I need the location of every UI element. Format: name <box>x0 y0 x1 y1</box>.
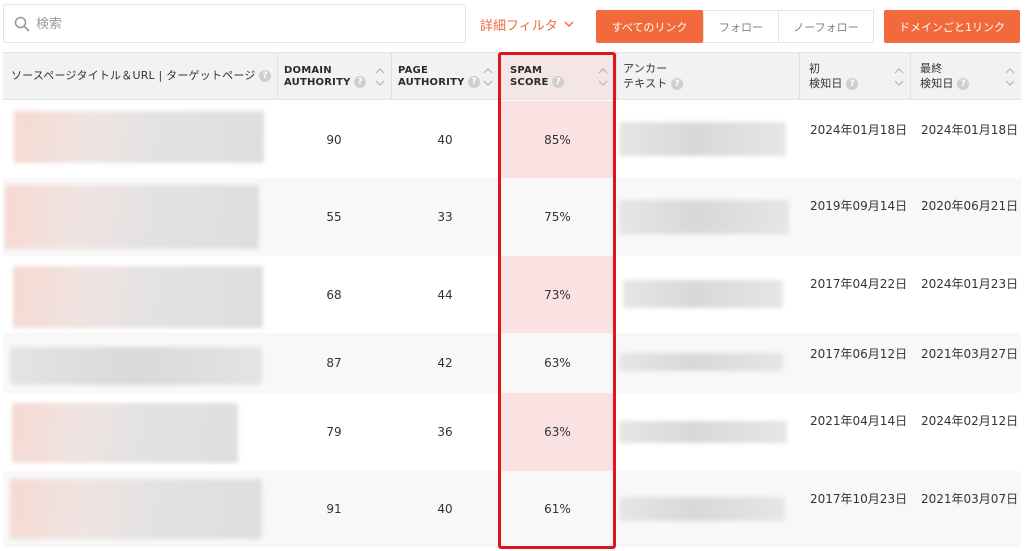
last-seen-value: 2024年01月23日 <box>921 277 1019 291</box>
page-authority-value: 42 <box>437 356 453 370</box>
help-icon[interactable]: ? <box>671 78 684 90</box>
first-seen-value: 2017年04月22日 <box>810 277 908 291</box>
advanced-filter-toggle[interactable]: 詳細フィルタ <box>480 12 574 36</box>
spam-score-value: 63% <box>544 356 571 370</box>
column-header-label-line1: DOMAIN <box>284 65 332 76</box>
column-header-label-line2: SCORE <box>510 77 549 88</box>
help-icon[interactable]: ? <box>259 70 272 82</box>
column-header-label-line1: SPAM <box>510 65 543 76</box>
page-authority-value: 44 <box>437 287 453 302</box>
column-header-label-line2: テキスト <box>623 77 668 90</box>
column-header-label: ソースページタイトル＆URL | ターゲットページ <box>11 69 256 82</box>
first-seen-value: 2024年01月18日 <box>810 123 908 137</box>
last-seen-value: 2024年02月12日 <box>921 414 1019 428</box>
column-header-spam-score[interactable]: SPAM SCORE ? <box>500 53 616 99</box>
table-row[interactable]: 87 42 63% 2017年06月12日 2021年03月27日 <box>3 333 1021 393</box>
all-links-button[interactable]: すべてのリンク <box>596 10 703 43</box>
column-header-source[interactable]: ソースページタイトル＆URL | ターゲットページ ? <box>3 53 277 99</box>
first-seen-value: 2021年04月14日 <box>810 414 908 428</box>
one-link-per-domain-button[interactable]: ドメインごと1リンク <box>884 10 1020 43</box>
column-header-label-line2: AUTHORITY <box>398 77 465 88</box>
sort-icon[interactable] <box>483 67 493 87</box>
source-page-blurred <box>12 403 238 463</box>
search-box[interactable] <box>3 4 466 43</box>
anchor-text-blurred <box>619 353 783 371</box>
anchor-text-blurred <box>619 497 785 521</box>
table-header: ソースページタイトル＆URL | ターゲットページ ? DOMAIN AUTHO… <box>3 52 1021 100</box>
last-seen-value: 2024年01月18日 <box>921 123 1019 137</box>
domain-authority-value: 55 <box>326 210 342 224</box>
page-authority-value: 40 <box>437 132 453 147</box>
chevron-down-icon <box>564 21 574 27</box>
help-icon[interactable]: ? <box>957 78 970 90</box>
domain-authority-value: 87 <box>326 356 342 370</box>
spam-score-value: 73% <box>544 287 571 302</box>
help-icon[interactable]: ? <box>552 76 565 88</box>
source-page-blurred <box>5 185 259 249</box>
nofollow-button[interactable]: ノーフォロー <box>778 10 874 43</box>
help-icon[interactable]: ? <box>468 76 481 88</box>
column-header-label-line1: 最終 <box>920 62 943 75</box>
anchor-text-blurred <box>619 200 789 234</box>
first-seen-value: 2019年09月14日 <box>810 199 908 213</box>
page-authority-value: 36 <box>437 425 453 439</box>
spam-score-value: 61% <box>544 502 571 516</box>
search-input[interactable] <box>36 10 456 38</box>
anchor-text-blurred <box>619 421 787 443</box>
sort-icon[interactable] <box>894 67 904 87</box>
last-seen-value: 2021年03月27日 <box>921 347 1019 361</box>
page-authority-value: 40 <box>437 502 453 516</box>
table-row[interactable]: 91 40 61% 2017年10月23日 2021年03月07日 <box>3 471 1021 547</box>
column-header-label-line1: PAGE <box>398 65 428 76</box>
follow-button[interactable]: フォロー <box>703 10 778 43</box>
column-header-page-authority[interactable]: PAGE AUTHORITY ? <box>392 53 499 99</box>
column-header-label-line2: AUTHORITY <box>284 77 351 88</box>
table-row[interactable]: 55 33 75% 2019年09月14日 2020年06月21日 <box>3 178 1021 256</box>
column-header-anchor-text[interactable]: アンカー テキスト ? <box>617 53 799 99</box>
first-seen-value: 2017年10月23日 <box>810 492 908 506</box>
help-icon[interactable]: ? <box>846 78 859 90</box>
spam-score-value: 63% <box>544 425 571 439</box>
source-page-blurred <box>10 347 262 385</box>
sort-icon[interactable] <box>1005 67 1015 87</box>
column-header-label-line2: 検知日 <box>920 77 954 90</box>
first-seen-value: 2017年06月12日 <box>810 347 908 361</box>
advanced-filter-label: 詳細フィルタ <box>480 18 558 34</box>
table-row[interactable]: 90 40 85% 2024年01月18日 2024年01月18日 <box>3 101 1021 178</box>
sort-icon[interactable] <box>375 67 385 87</box>
source-page-blurred <box>13 266 263 328</box>
spam-score-value: 75% <box>544 210 571 224</box>
spam-score-value: 85% <box>544 132 571 147</box>
last-seen-value: 2020年06月21日 <box>921 199 1019 213</box>
page-authority-value: 33 <box>437 210 453 224</box>
domain-authority-value: 79 <box>326 425 342 439</box>
anchor-text-blurred <box>623 280 783 308</box>
column-header-first-seen[interactable]: 初 検知日 ? <box>800 53 910 99</box>
domain-authority-value: 91 <box>326 502 342 516</box>
column-header-label-line1: 初 <box>809 62 821 75</box>
help-icon[interactable]: ? <box>354 76 367 88</box>
column-header-domain-authority[interactable]: DOMAIN AUTHORITY ? <box>278 53 391 99</box>
sort-icon[interactable] <box>598 67 608 87</box>
source-page-blurred <box>14 111 264 163</box>
last-seen-value: 2021年03月07日 <box>921 492 1019 506</box>
domain-authority-value: 68 <box>326 287 342 302</box>
column-header-label-line2: 検知日 <box>809 77 843 90</box>
table-row[interactable]: 79 36 63% 2021年04月14日 2024年02月12日 <box>3 393 1021 471</box>
search-icon <box>14 16 30 32</box>
column-header-label-line1: アンカー <box>623 62 668 75</box>
source-page-blurred <box>10 479 262 539</box>
anchor-text-blurred <box>619 122 786 156</box>
domain-authority-value: 90 <box>326 132 342 147</box>
column-header-last-seen[interactable]: 最終 検知日 ? <box>911 53 1021 99</box>
table-row[interactable]: 68 44 73% 2017年04月22日 2024年01月23日 <box>3 256 1021 333</box>
